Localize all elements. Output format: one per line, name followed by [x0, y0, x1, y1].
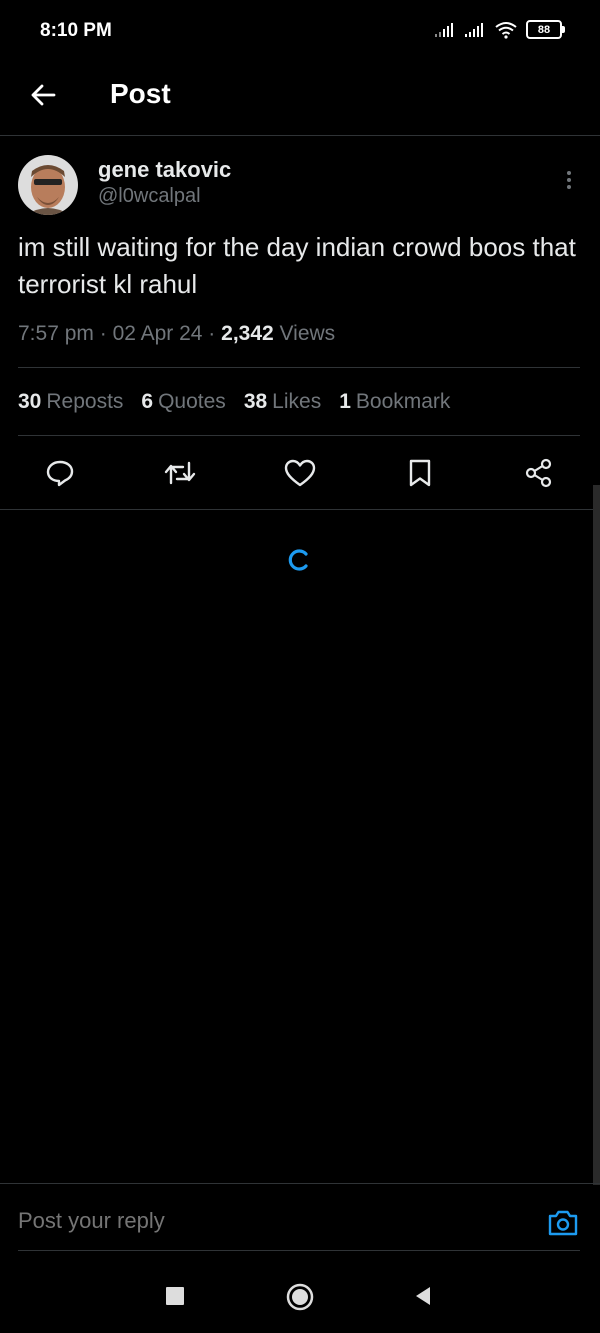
status-icons: 88 — [434, 20, 565, 39]
back-nav-button[interactable] — [408, 1281, 438, 1311]
post-meta: 7:57 pm · 02 Apr 24 · 2,342 Views — [18, 322, 336, 345]
author-name[interactable]: gene takovic — [98, 157, 231, 183]
reply-bottom-divider — [18, 1250, 580, 1251]
header-divider — [0, 135, 600, 136]
views-label: Views — [279, 322, 336, 345]
reply-icon — [46, 460, 74, 487]
arrow-left-icon — [31, 84, 56, 106]
reply-top-divider — [0, 1183, 600, 1184]
bookmark-icon — [409, 459, 431, 487]
page-title: Post — [110, 78, 171, 109]
avatar[interactable] — [18, 155, 78, 215]
scrollbar[interactable] — [593, 485, 600, 1185]
camera-icon — [548, 1210, 578, 1236]
action-bar — [0, 452, 600, 494]
square-icon — [166, 1287, 184, 1305]
actions-divider — [0, 509, 600, 510]
like-button[interactable] — [279, 452, 321, 494]
status-time: 8:10 PM — [40, 20, 112, 41]
repost-icon — [164, 461, 196, 485]
reply-input[interactable] — [18, 1208, 518, 1234]
battery-icon: 88 — [526, 20, 565, 39]
heart-icon — [284, 459, 316, 487]
back-button[interactable] — [26, 78, 60, 112]
share-icon — [525, 458, 552, 488]
reposts-stat[interactable]: 30 Reposts — [18, 390, 123, 414]
more-options-button[interactable] — [555, 166, 583, 194]
loading-spinner-icon — [284, 545, 314, 575]
author-handle[interactable]: @l0wcalpal — [98, 185, 201, 208]
views-count: 2,342 — [221, 322, 274, 345]
bookmark-button[interactable] — [399, 452, 441, 494]
reply-button[interactable] — [39, 452, 81, 494]
camera-button[interactable] — [546, 1206, 580, 1240]
share-button[interactable] — [518, 452, 560, 494]
home-circle-icon — [286, 1283, 314, 1311]
post-stats: 30 Reposts 6 Quotes 38 Likes 1 Bookmark — [18, 390, 450, 414]
more-vertical-icon — [567, 171, 571, 189]
signal-icon — [465, 22, 483, 37]
likes-stat[interactable]: 38 Likes — [244, 390, 321, 414]
triangle-back-icon — [416, 1287, 430, 1305]
recents-button[interactable] — [160, 1281, 190, 1311]
stats-divider — [18, 435, 580, 436]
post-time[interactable]: 7:57 pm — [18, 322, 94, 345]
wifi-icon — [495, 21, 517, 39]
battery-level: 88 — [537, 23, 551, 36]
signal-icon — [435, 22, 453, 37]
quotes-stat[interactable]: 6 Quotes — [141, 390, 225, 414]
bookmarks-stat[interactable]: 1 Bookmark — [339, 390, 450, 414]
meta-divider — [18, 367, 580, 368]
post-text: im still waiting for the day indian crow… — [18, 232, 576, 299]
home-button[interactable] — [284, 1281, 316, 1313]
repost-button[interactable] — [159, 452, 201, 494]
post-date[interactable]: 02 Apr 24 — [113, 322, 203, 345]
